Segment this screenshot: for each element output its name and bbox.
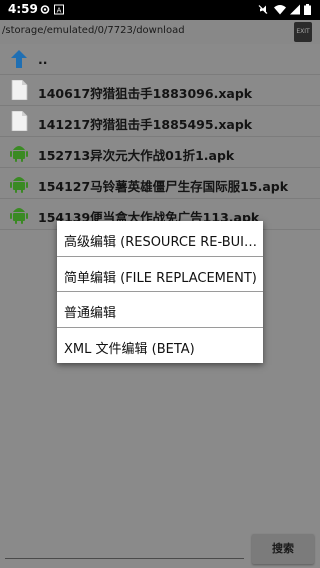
search-input[interactable] [5, 536, 244, 558]
list-item-label: .. [38, 52, 48, 67]
file-list: .. 140617狩猎狙击手1883096.xapk 141217狩猎狙击手18… [0, 44, 320, 230]
list-item[interactable]: 141217狩猎狙击手1885495.xapk [0, 106, 320, 137]
menu-item-xml-edit[interactable]: XML 文件编辑 (BETA) [57, 328, 263, 364]
menu-item-normal-edit[interactable]: 普通编辑 [57, 292, 263, 328]
wifi-icon [274, 5, 286, 15]
mute-icon [258, 5, 268, 14]
a-notification-icon: A [54, 4, 64, 15]
path-bar: /storage/emulated/0/7723/download EXIT [0, 20, 320, 44]
exit-label: EXIT [296, 28, 310, 35]
svg-text:A: A [57, 7, 62, 15]
list-item-label: 140617狩猎狙击手1883096.xapk [38, 86, 253, 101]
menu-item-label: 高级编辑 (RESOURCE RE-BUILD) [64, 235, 260, 250]
menu-item-simple-edit[interactable]: 简单编辑 (FILE REPLACEMENT) [57, 257, 263, 292]
signal-icon [290, 4, 300, 15]
settings-gear-icon [40, 5, 50, 14]
file-icon [11, 111, 28, 131]
status-time: 4:59 [8, 2, 38, 16]
list-item[interactable]: 152713异次元大作战01折1.apk [0, 137, 320, 168]
android-apk-icon [10, 177, 28, 193]
list-item[interactable]: 154127马铃薯英雄僵尸生存国际服15.apk [0, 168, 320, 199]
list-item-label: 141217狩猎狙击手1885495.xapk [38, 117, 253, 132]
exit-button[interactable]: EXIT [294, 22, 312, 42]
android-apk-icon [10, 208, 28, 224]
menu-item-advanced-edit[interactable]: 高级编辑 (RESOURCE RE-BUILD) [57, 221, 263, 257]
list-item[interactable]: 140617狩猎狙击手1883096.xapk [0, 75, 320, 106]
list-item-label: 154127马铃薯英雄僵尸生存国际服15.apk [38, 179, 289, 194]
search-button-label: 搜索 [272, 542, 294, 555]
status-bar: 4:59 A [0, 0, 320, 20]
battery-icon [304, 4, 311, 15]
menu-item-label: 普通编辑 [64, 306, 117, 321]
menu-item-label: XML 文件编辑 (BETA) [64, 341, 195, 357]
android-apk-icon [10, 146, 28, 162]
search-input-underline [5, 558, 244, 559]
list-item-parent-dir[interactable]: .. [0, 44, 320, 75]
edit-mode-menu: 高级编辑 (RESOURCE RE-BUILD) 简单编辑 (FILE REPL… [57, 221, 263, 363]
list-item-label: 152713异次元大作战01折1.apk [38, 148, 235, 163]
search-button[interactable]: 搜索 [252, 534, 314, 564]
current-path: /storage/emulated/0/7723/download [2, 25, 185, 36]
file-icon [11, 80, 28, 100]
menu-item-label: 简单编辑 (FILE REPLACEMENT) [64, 270, 257, 286]
up-arrow-icon [11, 50, 27, 68]
